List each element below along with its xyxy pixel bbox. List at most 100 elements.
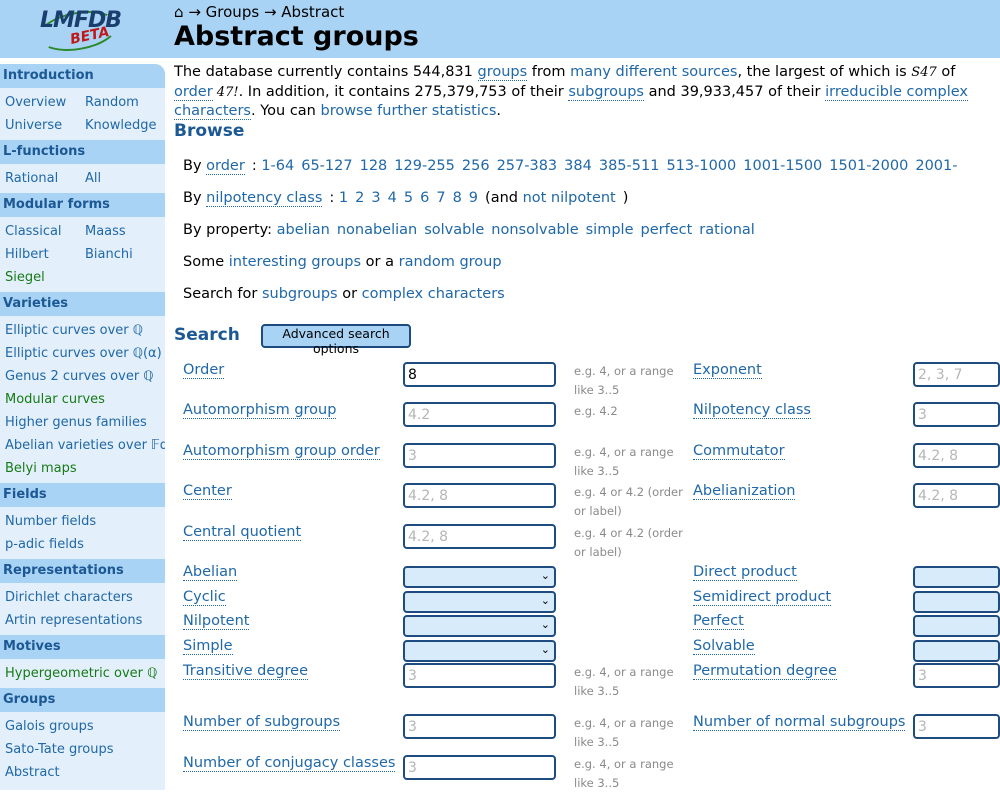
lmfdb-logo[interactable]: LMFDB BETA — [35, 5, 122, 57]
center-knowl[interactable]: Center — [183, 483, 232, 500]
exponent-label[interactable]: Exponent — [693, 362, 762, 379]
solvable-knowl[interactable]: Solvable — [693, 638, 755, 655]
property-link[interactable]: nonabelian — [337, 222, 417, 238]
number-of-conjugacy-classes-input[interactable] — [403, 755, 556, 780]
sidebar-item-padic-fields[interactable]: p-adic fields — [5, 533, 84, 556]
commutator-knowl[interactable]: Commutator — [693, 443, 785, 460]
order-range-link[interactable]: 65-127 — [301, 158, 352, 174]
sidebar-item-genus2[interactable]: Genus 2 curves over ℚ — [5, 365, 154, 388]
direct-product-label[interactable]: Direct product — [693, 564, 797, 581]
number-of-subgroups-label[interactable]: Number of subgroups — [183, 714, 341, 731]
automorphism-group-order-knowl[interactable]: Automorphism group order — [183, 443, 380, 460]
sidebar-item-number-fields[interactable]: Number fields — [5, 510, 96, 533]
sidebar-item-artin[interactable]: Artin representations — [5, 609, 142, 632]
order-range-link[interactable]: 1001-1500 — [743, 158, 822, 174]
semidirect-product-select[interactable] — [913, 591, 1000, 613]
automorphism-group-knowl[interactable]: Automorphism group — [183, 402, 337, 419]
number-of-conjugacy-classes-label[interactable]: Number of conjugacy classes — [183, 755, 396, 772]
sidebar-item-ec-nf[interactable]: Elliptic curves over ℚ(α) — [5, 342, 162, 365]
automorphism-group-order-label[interactable]: Automorphism group order — [183, 443, 380, 460]
sidebar-item-siegel[interactable]: Siegel — [5, 266, 85, 289]
perfect-label[interactable]: Perfect — [693, 613, 744, 630]
order-range-link[interactable]: 2001- — [915, 158, 957, 174]
order-knowl[interactable]: order — [206, 158, 245, 175]
perfect-knowl[interactable]: Perfect — [693, 613, 744, 630]
number-of-normal-subgroups-input[interactable] — [913, 714, 1000, 739]
property-link[interactable]: simple — [586, 222, 634, 238]
commutator-input[interactable] — [913, 443, 1000, 468]
nilpotency-value-link[interactable]: 9 — [469, 190, 478, 206]
sidebar-heading-fields[interactable]: Fields — [0, 483, 165, 507]
nilpotency-class-label[interactable]: Nilpotency class — [693, 402, 811, 419]
sources-link[interactable]: many different sources — [570, 64, 737, 80]
sidebar-item-random[interactable]: Random — [85, 91, 139, 114]
property-link[interactable]: perfect — [641, 222, 693, 238]
sidebar-item-rational[interactable]: Rational — [5, 167, 85, 190]
cyclic-select[interactable]: ⌄ — [403, 591, 556, 613]
order-input[interactable] — [403, 362, 556, 387]
advanced-search-button[interactable]: Advanced search options — [261, 324, 411, 356]
order-range-link[interactable]: 129-255 — [394, 158, 455, 174]
abelianization-label[interactable]: Abelianization — [693, 483, 796, 500]
breadcrumb-abstract[interactable]: Abstract — [281, 3, 344, 21]
sidebar-item-maass[interactable]: Maass — [85, 220, 126, 243]
order-range-link[interactable]: 257-383 — [497, 158, 558, 174]
number-of-normal-subgroups-label[interactable]: Number of normal subgroups — [693, 714, 906, 731]
sidebar-item-belyi[interactable]: Belyi maps — [5, 457, 77, 480]
order-range-link[interactable]: 385-511 — [599, 158, 660, 174]
sidebar-item-abstract[interactable]: Abstract — [5, 761, 60, 784]
random-group-link[interactable]: random group — [399, 254, 502, 270]
sidebar-item-knowledge[interactable]: Knowledge — [85, 114, 156, 137]
home-icon[interactable]: ⌂ — [174, 3, 184, 21]
nilpotency-knowl[interactable]: nilpotency class — [206, 190, 323, 207]
sidebar-heading-introduction[interactable]: Introduction — [0, 64, 165, 88]
nilpotency-value-link[interactable]: 7 — [436, 190, 445, 206]
sidebar-item-abelian-varieties[interactable]: Abelian varieties over 𝔽q — [5, 434, 165, 457]
solvable-label[interactable]: Solvable — [693, 638, 755, 655]
abelian-select[interactable]: ⌄ — [403, 566, 556, 588]
property-link[interactable]: solvable — [424, 222, 484, 238]
number-of-conjugacy-classes-knowl[interactable]: Number of conjugacy classes — [183, 755, 396, 772]
property-link[interactable]: nonsolvable — [491, 222, 578, 238]
permutation-degree-label[interactable]: Permutation degree — [693, 663, 837, 680]
cyclic-label[interactable]: Cyclic — [183, 589, 226, 606]
number-of-subgroups-knowl[interactable]: Number of subgroups — [183, 714, 341, 731]
perfect-select[interactable] — [913, 615, 1000, 637]
central-quotient-input[interactable] — [403, 524, 556, 549]
semidirect-product-label[interactable]: Semidirect product — [693, 589, 832, 606]
direct-product-select[interactable] — [913, 566, 1000, 588]
sidebar-heading-varieties[interactable]: Varieties — [0, 292, 165, 316]
order-knowl[interactable]: Order — [183, 362, 225, 379]
order-range-link[interactable]: 1501-2000 — [829, 158, 908, 174]
sidebar-item-higher-genus[interactable]: Higher genus families — [5, 411, 147, 434]
sidebar-item-universe[interactable]: Universe — [5, 114, 85, 137]
statistics-link[interactable]: browse further statistics — [320, 103, 496, 119]
automorphism-group-label[interactable]: Automorphism group — [183, 402, 337, 419]
cyclic-knowl[interactable]: Cyclic — [183, 589, 226, 606]
nilpotency-value-link[interactable]: 2 — [355, 190, 364, 206]
order-label[interactable]: Order — [183, 362, 225, 379]
order-range-link[interactable]: 1-64 — [261, 158, 294, 174]
central-quotient-label[interactable]: Central quotient — [183, 524, 302, 541]
sidebar-item-ec-q[interactable]: Elliptic curves over ℚ — [5, 319, 143, 342]
order-range-link[interactable]: 384 — [564, 158, 592, 174]
semidirect-product-knowl[interactable]: Semidirect product — [693, 589, 832, 606]
simple-knowl[interactable]: Simple — [183, 638, 233, 655]
nilpotent-label[interactable]: Nilpotent — [183, 613, 250, 630]
automorphism-group-input[interactable] — [403, 402, 556, 427]
order-range-link[interactable]: 513-1000 — [666, 158, 736, 174]
nilpotency-class-knowl[interactable]: Nilpotency class — [693, 402, 811, 419]
transitive-degree-label[interactable]: Transitive degree — [183, 663, 308, 680]
sidebar-heading-modular-forms[interactable]: Modular forms — [0, 193, 165, 217]
sidebar-item-sato-tate[interactable]: Sato-Tate groups — [5, 738, 114, 761]
sidebar-item-all[interactable]: All — [85, 167, 101, 190]
nilpotency-value-link[interactable]: 3 — [371, 190, 380, 206]
center-input[interactable] — [403, 483, 556, 508]
not-nilpotent-link[interactable]: not nilpotent — [523, 190, 616, 206]
property-link[interactable]: abelian — [277, 222, 330, 238]
abelianization-knowl[interactable]: Abelianization — [693, 483, 796, 500]
solvable-select[interactable] — [913, 640, 1000, 662]
exponent-input[interactable] — [913, 362, 1000, 387]
sidebar-heading-representations[interactable]: Representations — [0, 559, 165, 583]
permutation-degree-knowl[interactable]: Permutation degree — [693, 663, 837, 680]
